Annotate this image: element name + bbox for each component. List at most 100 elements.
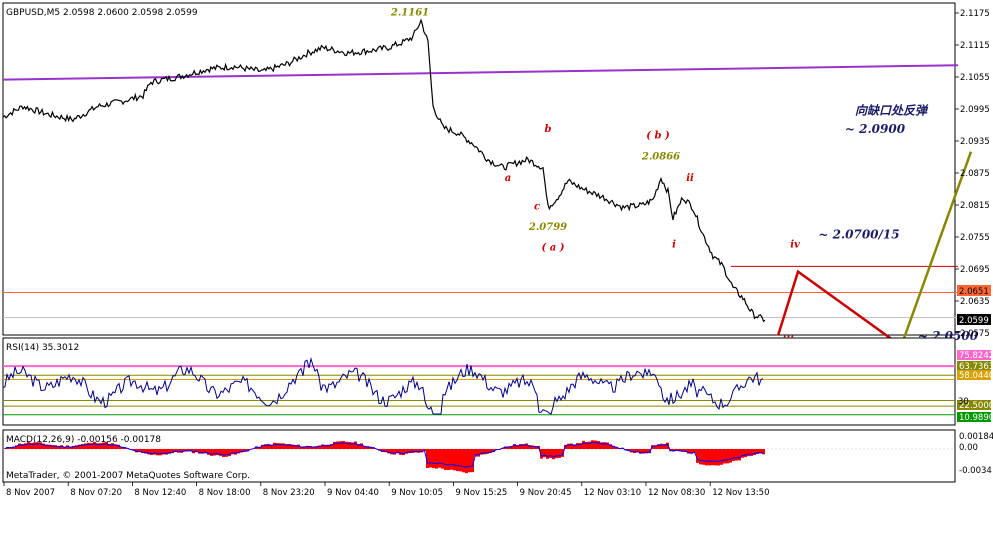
wave-label: ( b )	[646, 130, 670, 141]
macd-bar	[213, 449, 216, 456]
macd-bar	[462, 449, 465, 473]
wave-label: 向缺口处反弹	[855, 103, 929, 117]
macd-bar	[279, 443, 282, 449]
macd-bar	[111, 443, 114, 449]
rsi-panel[interactable]: RSI(14) 35.3012 75.824263.736358.044022.…	[2, 337, 993, 426]
time-tick-label: 8 Nov 12:40	[134, 488, 186, 498]
wave-label: i	[672, 240, 676, 251]
price-panel[interactable]: GBPUSD,M5 2.0598 2.0600 2.0598 2.0599 2.…	[2, 2, 991, 365]
macd-bar	[441, 449, 444, 469]
macd-bar	[288, 443, 291, 449]
time-tick-label: 12 Nov 08:30	[648, 488, 705, 498]
price-tick-label: 2.0575	[960, 329, 990, 339]
macd-bar	[225, 449, 228, 457]
macd-bar	[576, 443, 579, 449]
macd-bar	[729, 449, 732, 463]
macd-bar	[345, 441, 348, 449]
time-tick-label: 12 Nov 13:50	[712, 488, 769, 498]
rsi-tag-label: 10.9890	[959, 413, 993, 423]
time-tick-label: 9 Nov 04:40	[327, 488, 379, 498]
macd-bar	[342, 440, 345, 449]
macd-bar	[465, 449, 468, 474]
wave-label: 2.0866	[641, 152, 680, 163]
macd-bar	[165, 449, 168, 455]
macd-bar	[762, 449, 765, 455]
current-price: 2.0599	[959, 316, 989, 326]
macd-bar	[438, 449, 441, 468]
macd-bar	[705, 449, 708, 466]
price-tick-label: 2.1175	[960, 9, 990, 19]
price-tick-label: 2.1055	[960, 73, 990, 83]
time-tick-label: 8 Nov 2007	[6, 488, 55, 498]
macd-axis: 0.001840.00 -0.0034	[959, 432, 993, 476]
macd-bar	[39, 442, 42, 449]
level-tag: 2.0651	[959, 287, 989, 297]
wave-label: ( a )	[542, 242, 565, 253]
macd-bar	[603, 442, 606, 449]
wave-label: b	[545, 124, 552, 135]
macd-bar	[273, 442, 276, 449]
rsi-label: RSI(14) 35.3012	[6, 343, 79, 353]
macd-bar	[711, 449, 714, 466]
macd-bar	[525, 443, 528, 449]
macd-bar	[717, 449, 720, 466]
trading-chart[interactable]: GBPUSD,M5 2.0598 2.0600 2.0598 2.0599 2.…	[0, 0, 993, 553]
macd-bar	[597, 441, 600, 449]
macd-bar	[459, 449, 462, 472]
time-tick-label: 9 Nov 10:05	[391, 488, 443, 498]
price-tick-label: 2.1115	[960, 41, 990, 51]
time-axis: 8 Nov 2007 8 Nov 07:20 8 Nov 12:40 8 Nov 18…	[3, 482, 770, 498]
macd-bar	[723, 449, 726, 464]
macd-bar	[93, 441, 96, 449]
macd-bar	[468, 449, 471, 473]
macd-bar	[429, 449, 432, 468]
macd-bar	[87, 442, 90, 449]
macd-bar	[159, 449, 162, 456]
wave-label: a	[505, 173, 511, 184]
macd-bar	[234, 449, 237, 455]
wave-label: ii	[686, 173, 694, 184]
macd-bar	[660, 443, 663, 449]
macd-bar	[726, 449, 729, 464]
time-tick-label: 12 Nov 03:10	[584, 488, 641, 498]
macd-bar	[333, 441, 336, 449]
macd-bar	[720, 449, 723, 465]
price-tick-label: 2.0815	[960, 201, 990, 211]
price-tick-label: 2.0755	[960, 233, 990, 243]
macd-bar	[222, 449, 225, 457]
wave-label: iv	[790, 240, 800, 251]
macd-bar	[156, 449, 159, 456]
macd-bar	[282, 443, 285, 449]
macd-bar	[339, 441, 342, 449]
price-tick-label: 2.0875	[960, 169, 990, 179]
price-tick-label: 2.0935	[960, 137, 990, 147]
macd-bar	[735, 449, 738, 461]
price-tick-label: 2.0995	[960, 105, 990, 115]
macd-bar	[738, 449, 741, 461]
macd-bar	[708, 449, 711, 466]
time-tick-label: 9 Nov 20:45	[520, 488, 572, 498]
macd-bar	[699, 449, 702, 465]
macd-bar	[591, 440, 594, 449]
macd-bar	[105, 441, 108, 449]
wave-label: 2.0799	[528, 222, 567, 233]
rsi-tag-label: 58.0440	[959, 371, 993, 381]
macd-panel[interactable]: MACD(12,26,9) -0.00156 -0.00178 MetaTrad…	[2, 429, 993, 483]
macd-tick-label: 0.00184	[959, 432, 993, 442]
wave-label: c	[534, 201, 540, 212]
macd-bar	[435, 449, 438, 469]
macd-bar	[336, 441, 339, 449]
macd-bar	[549, 449, 552, 458]
macd-tick-label: 0.00	[959, 443, 978, 453]
macd-bar	[744, 449, 747, 458]
macd-bar	[558, 449, 561, 458]
macd-bar	[348, 442, 351, 449]
symbol-header: GBPUSD,M5 2.0598 2.0600 2.0598 2.0599	[6, 8, 198, 18]
macd-bar	[210, 449, 213, 456]
macd-bar	[546, 449, 549, 459]
time-tick-label: 8 Nov 23:20	[263, 488, 315, 498]
macd-bar	[228, 449, 231, 457]
macd-bar	[267, 443, 270, 449]
macd-bar	[702, 449, 705, 465]
rsi-tag-label: 75.8242	[959, 351, 993, 361]
